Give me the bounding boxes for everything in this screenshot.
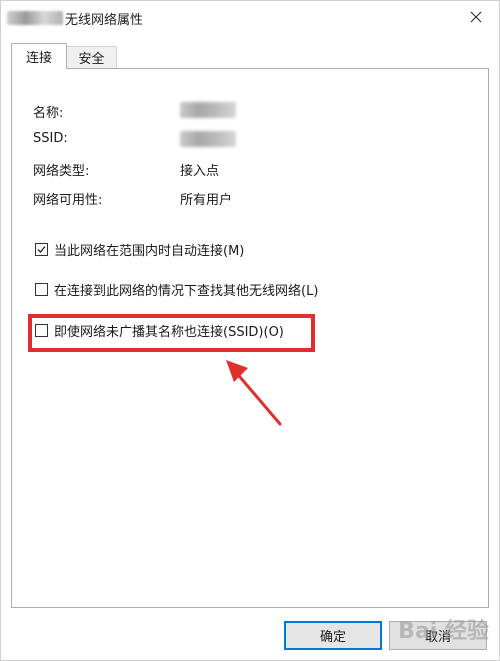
name-value-redacted xyxy=(180,102,236,118)
wireless-properties-dialog: 无线网络属性 连接 安全 名称: SSID: 网络类型: 接入点 网络可用性: … xyxy=(0,0,500,661)
network-availability-label: 网络可用性: xyxy=(33,193,103,208)
window-title-text: 无线网络属性 xyxy=(65,12,144,28)
tab-connection[interactable]: 连接 xyxy=(11,43,67,69)
find-other-networks-label: 在连接到此网络的情况下查找其他无线网络(L) xyxy=(54,284,319,299)
find-other-networks-option[interactable]: 在连接到此网络的情况下查找其他无线网络(L) xyxy=(35,280,318,299)
find-other-networks-checkbox[interactable] xyxy=(35,283,48,296)
connection-panel: 名称: SSID: 网络类型: 接入点 网络可用性: 所有用户 当此网络在范围内… xyxy=(11,68,489,608)
network-type-label: 网络类型: xyxy=(33,164,90,179)
red-arrow-annotation xyxy=(226,360,282,426)
checkmark-icon xyxy=(37,246,46,253)
ssid-label: SSID: xyxy=(33,131,68,146)
ok-button[interactable]: 确定 xyxy=(284,621,382,650)
window-title: 无线网络属性 xyxy=(7,9,144,28)
network-availability-value: 所有用户 xyxy=(180,193,233,208)
name-label: 名称: xyxy=(33,106,64,121)
highlight-annotation-box xyxy=(28,314,315,352)
network-type-value: 接入点 xyxy=(180,164,220,179)
cancel-button[interactable]: 取消 xyxy=(389,621,487,650)
close-button[interactable] xyxy=(453,1,499,33)
tab-security[interactable]: 安全 xyxy=(67,46,117,68)
close-icon xyxy=(470,11,482,23)
auto-connect-label: 当此网络在范围内时自动连接(M) xyxy=(54,244,245,259)
auto-connect-option[interactable]: 当此网络在范围内时自动连接(M) xyxy=(35,240,244,259)
title-bar: 无线网络属性 xyxy=(1,1,499,35)
redacted-network-name xyxy=(7,11,63,25)
ssid-value-redacted xyxy=(180,131,236,147)
auto-connect-checkbox[interactable] xyxy=(35,243,48,256)
